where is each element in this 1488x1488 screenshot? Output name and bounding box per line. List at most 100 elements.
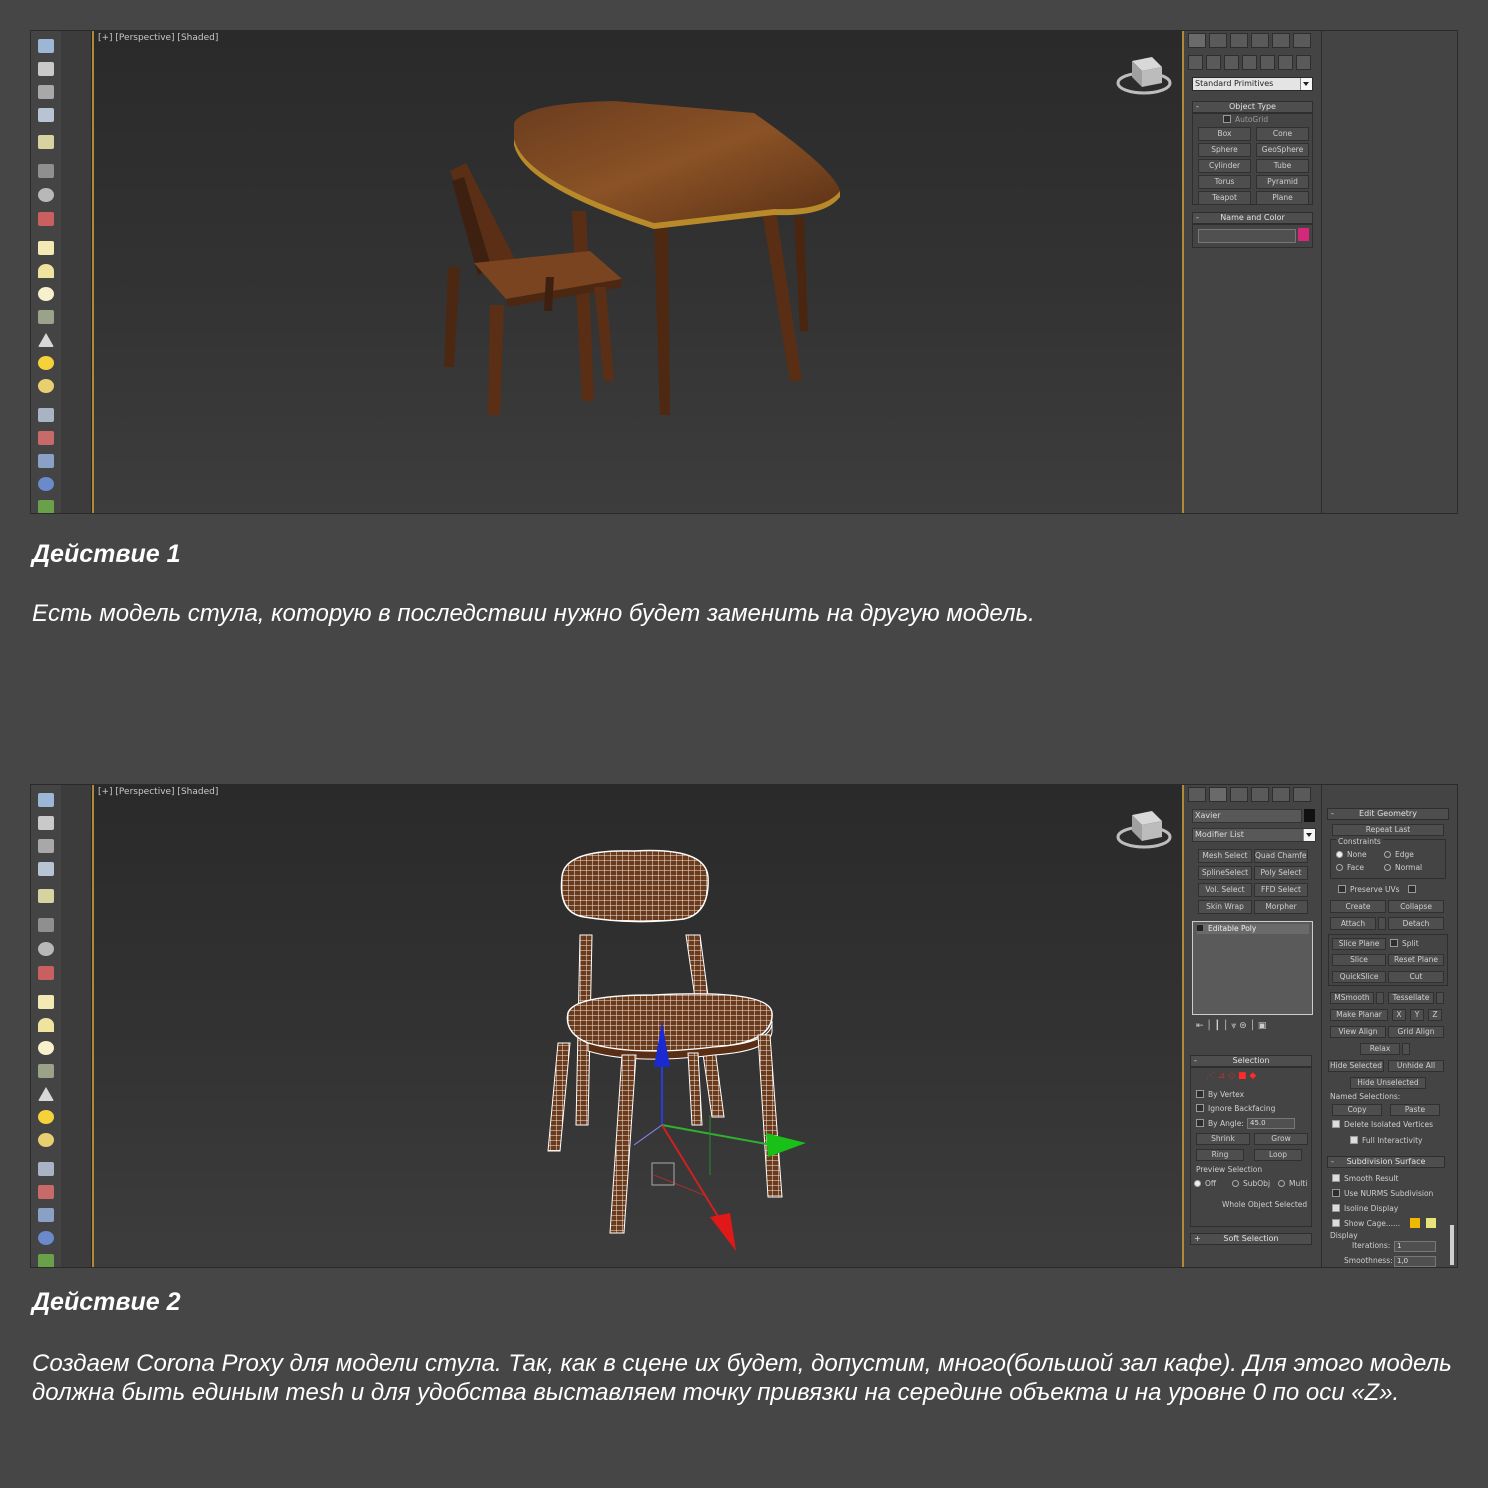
utilities-tab-icon[interactable] [1293,787,1311,802]
spline-select-button[interactable]: SplineSelect [1198,866,1252,880]
sphere-icon[interactable] [38,1041,54,1055]
tessellate-settings-icon[interactable] [1436,992,1444,1004]
object-color-swatch[interactable] [1304,809,1315,822]
render-frame-icon[interactable] [38,816,54,830]
object-name-field[interactable]: Xavier [1192,809,1302,823]
unhide-all-button[interactable]: Unhide All [1388,1060,1444,1072]
edit-geometry-rollout-header[interactable]: - Edit Geometry [1327,808,1449,820]
motion-tab-icon[interactable] [1251,787,1269,802]
ffd-select-button[interactable]: FFD Select [1254,883,1308,897]
subobject-level-icons[interactable]: ⋰ ⊿ ◇ ■ ◆ [1206,1071,1256,1081]
display-tab-icon[interactable] [1272,787,1290,802]
object-type-rollout-header[interactable]: - Object Type [1192,101,1313,113]
quickslice-button[interactable]: QuickSlice [1332,971,1386,983]
spacewarps-icon[interactable] [1278,55,1293,70]
hide-unselected-button[interactable]: Hide Unselected [1350,1077,1426,1089]
slice-button[interactable]: Slice [1332,954,1386,966]
copy-button[interactable]: Copy [1332,1104,1382,1116]
helpers-icon[interactable] [1260,55,1275,70]
ignore-backfacing-checkbox[interactable]: Ignore Backfacing [1196,1104,1275,1114]
slice-plane-button[interactable]: Slice Plane [1332,938,1386,950]
layer-icon[interactable] [38,85,54,99]
modifier-list-dropdown[interactable]: Modifier List [1192,828,1316,842]
perspective-viewport[interactable]: [+] [Perspective] [Shaded] [92,785,1184,1267]
lights-icon[interactable] [1224,55,1239,70]
preserve-uvs-checkbox[interactable]: Preserve UVs [1338,885,1420,895]
light-icon[interactable] [38,889,54,903]
smoothness-input[interactable]: 1,0 [1394,1256,1436,1267]
grow-button[interactable]: Grow [1254,1133,1308,1145]
bowl-icon[interactable] [38,310,54,324]
perspective-viewport[interactable]: [+] [Perspective] [Shaded] [92,31,1184,513]
view-align-button[interactable]: View Align [1330,1026,1386,1038]
subdivision-rollout-header[interactable]: - Subdivision Surface [1327,1156,1445,1168]
panel-scrollbar[interactable] [1450,1225,1454,1265]
morpher-button[interactable]: Morpher [1254,900,1308,914]
ball-icon[interactable] [38,1133,54,1147]
primitive-cone-button[interactable]: Cone [1256,127,1309,141]
show-cage-checkbox[interactable]: Show Cage...... [1332,1219,1400,1229]
create-tab-icon[interactable] [1188,33,1206,48]
primitive-torus-button[interactable]: Torus [1198,175,1251,189]
render-icon[interactable] [38,212,54,226]
isoline-display-checkbox[interactable]: Isoline Display [1332,1204,1398,1214]
preview-multi-radio[interactable]: Multi [1278,1179,1307,1189]
globe-icon[interactable] [38,1231,54,1245]
expand-icon[interactable] [1197,925,1203,931]
attach-settings-icon[interactable] [1378,917,1386,930]
primitive-plane-button[interactable]: Plane [1256,191,1309,205]
primitive-box-button[interactable]: Box [1198,127,1251,141]
constraint-face-radio[interactable]: Face [1336,863,1364,873]
planar-x-button[interactable]: X [1392,1009,1406,1021]
attach-button[interactable]: Attach [1330,917,1376,930]
make-planar-button[interactable]: Make Planar [1330,1009,1388,1021]
capsule-icon[interactable] [38,431,54,445]
full-interactivity-checkbox[interactable]: Full Interactivity [1350,1136,1422,1146]
modify-tab-icon[interactable] [1209,787,1227,802]
utilities-tab-icon[interactable] [1293,33,1311,48]
primitive-tube-button[interactable]: Tube [1256,159,1309,173]
render-icon[interactable] [38,966,54,980]
smooth-result-checkbox[interactable]: Smooth Result [1332,1174,1399,1184]
vol-select-button[interactable]: Vol. Select [1198,883,1252,897]
ball-icon[interactable] [38,379,54,393]
sun-icon[interactable] [38,1110,54,1124]
paste-button[interactable]: Paste [1390,1104,1440,1116]
sphere-tool-icon[interactable] [38,188,54,202]
preview-subobj-radio[interactable]: SubObj [1232,1179,1270,1189]
planar-z-button[interactable]: Z [1428,1009,1442,1021]
loop-button[interactable]: Loop [1254,1149,1302,1161]
relax-button[interactable]: Relax [1360,1043,1400,1055]
primitive-cylinder-button[interactable]: Cylinder [1198,159,1251,173]
render-frame-icon[interactable] [38,62,54,76]
stack-item-editable-poly[interactable]: Editable Poly [1197,924,1309,934]
constraint-none-radio[interactable]: None [1336,850,1367,860]
sphere-icon[interactable] [38,287,54,301]
by-vertex-checkbox[interactable]: By Vertex [1196,1090,1244,1100]
plant-icon[interactable] [38,1254,54,1267]
poly-select-button[interactable]: Poly Select [1254,866,1308,880]
repeat-last-button[interactable]: Repeat Last [1332,824,1444,836]
geometry-icon[interactable] [1188,55,1203,70]
primitive-teapot-button[interactable]: Teapot [1198,191,1251,205]
dome-icon[interactable] [38,1018,54,1032]
skin-wrap-button[interactable]: Skin Wrap [1198,900,1252,914]
object-color-swatch[interactable] [1298,228,1309,241]
hierarchy-tab-icon[interactable] [1230,787,1248,802]
cameras-icon[interactable] [1242,55,1257,70]
delete-isolated-checkbox[interactable]: Delete Isolated Vertices [1332,1120,1433,1130]
teapot-icon[interactable] [38,793,54,807]
grid-align-button[interactable]: Grid Align [1388,1026,1444,1038]
rig-icon[interactable] [38,454,54,468]
light-icon[interactable] [38,135,54,149]
camera-icon[interactable] [38,918,54,932]
sphere-tool-icon[interactable] [38,942,54,956]
ring-button[interactable]: Ring [1196,1149,1244,1161]
selection-rollout-header[interactable]: - Selection [1190,1055,1312,1067]
layer-icon[interactable] [38,839,54,853]
sun-icon[interactable] [38,356,54,370]
preview-off-radio[interactable]: Off [1194,1179,1216,1189]
create-button[interactable]: Create [1330,900,1386,913]
cone-icon[interactable] [38,1087,54,1101]
detach-button[interactable]: Detach [1388,917,1444,930]
